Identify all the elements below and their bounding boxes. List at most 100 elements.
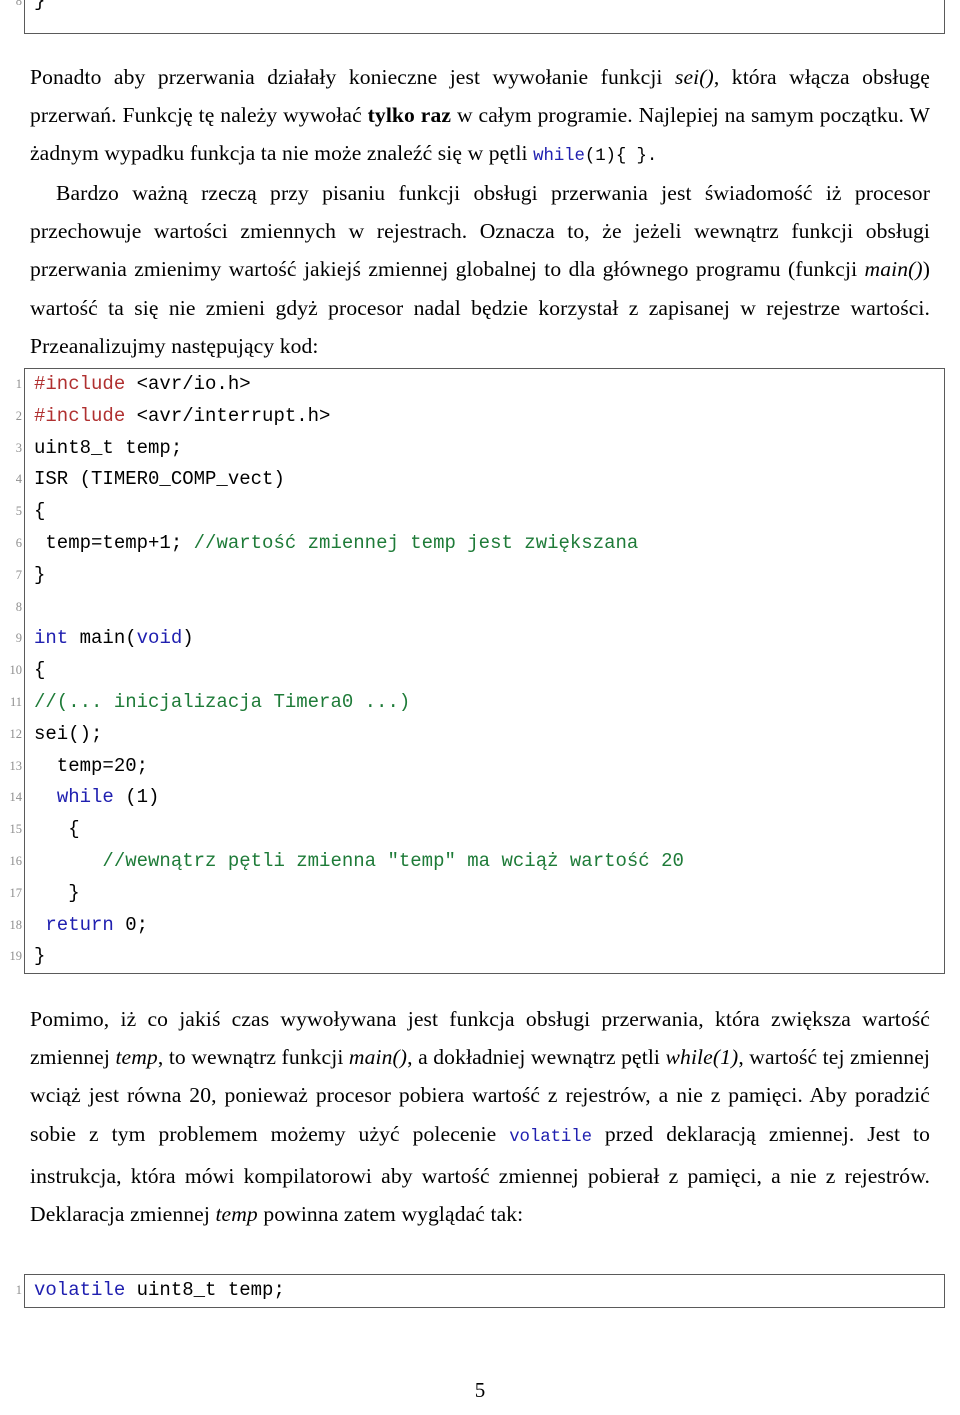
code-line-text: //(... inicjalizacja Timera0 ...) (25, 687, 410, 719)
code-line-number: 19 (9, 949, 23, 964)
text-run: Bardzo ważną rzeczą przy pisaniu funkcji… (30, 181, 930, 282)
code-token: uint8_t temp; (125, 1279, 285, 1301)
inline-code: (1){ }. (584, 147, 658, 167)
code-line: 2 #include <avr/interrupt.h> (16, 401, 944, 433)
code-token: ) (182, 627, 194, 650)
emphasis-italic: main() (864, 257, 923, 282)
code-line: 9 int main(void) (16, 623, 944, 655)
emphasis-italic: main() (348, 1045, 408, 1070)
code-line-text: } (25, 878, 79, 910)
code-line: 1 #include <avr/io.h> (16, 369, 944, 401)
code-line-number: 17 (9, 885, 23, 900)
emphasis-italic: sei() (674, 65, 714, 89)
code-token: } (34, 945, 46, 968)
code-line: 10 { (10, 655, 944, 687)
code-line-text: uint8_t temp; (25, 433, 182, 465)
code-line-text: return 0; (25, 910, 148, 942)
code-line: 19} (10, 941, 944, 973)
code-listing-volatile-declaration: 1 volatile uint8_t temp; (16, 1274, 945, 1308)
code-line: 6 temp=temp+1; //wartość zmiennej temp j… (16, 528, 944, 560)
code-line-text: //wewnątrz pętli zmienna "temp" ma wciąż… (25, 846, 684, 878)
paragraph-registers-explanation: Bardzo ważną rzeczą przy pisaniu funkcji… (30, 174, 930, 365)
text-run: Ponadto aby przerwania działały konieczn… (30, 65, 675, 89)
code-token: <avr/interrupt.h> (125, 404, 331, 427)
code-token: } (34, 0, 46, 12)
emphasis-bold: tylko raz (367, 103, 452, 128)
code-line: 4 ISR (TIMER0_COMP_vect) (16, 464, 944, 496)
code-line-text: } (25, 560, 45, 592)
text-run: , a dokładniej wewnątrz pętli (407, 1045, 666, 1070)
code-line-text: ISR (TIMER0_COMP_vect) (25, 464, 285, 496)
code-line-number: 4 (15, 472, 22, 487)
code-line: 8 (16, 592, 944, 624)
code-token: { (34, 500, 46, 523)
code-line-number: 8 (15, 599, 22, 614)
code-token: temp=temp+1; (34, 531, 194, 554)
code-line-number: 2 (15, 408, 22, 423)
paragraph-text: Pomimo, iż co jakiś czas wywoływana jest… (30, 1000, 930, 1233)
code-line-number: 8 (15, 0, 22, 8)
inline-code-keyword: while (533, 147, 585, 167)
emphasis-italic: temp (215, 1202, 258, 1227)
text-run: powinna zatem wyglądać tak: (257, 1202, 524, 1227)
code-line: 18 return 0; (10, 910, 944, 942)
code-token: //wewnątrz pętli zmienna "temp" ma wciąż… (102, 849, 684, 872)
code-line: 13 temp=20; (10, 751, 944, 783)
code-line-number: 10 (9, 663, 23, 678)
paragraph-text: Ponadto aby przerwania działały konieczn… (30, 58, 930, 177)
code-line-text: sei(); (25, 719, 102, 751)
code-line-text: } (25, 941, 45, 973)
code-line-text: #include <avr/io.h> (25, 369, 251, 401)
code-token: main( (68, 627, 137, 650)
code-line: 16 //wewnątrz pętli zmienna "temp" ma wc… (10, 846, 944, 878)
code-line-text: while (1) (25, 782, 160, 814)
code-token: sei(); (34, 722, 103, 745)
paragraph-text: Bardzo ważną rzeczą przy pisaniu funkcji… (30, 174, 930, 365)
paragraph-intro-sei: Ponadto aby przerwania działały konieczn… (30, 58, 930, 177)
code-line-number: 12 (9, 726, 23, 741)
code-line: 7} (16, 560, 944, 592)
document-page: 8} Ponadto aby przerwania działały konie… (0, 0, 960, 1415)
code-token: //wartość zmiennej temp jest zwiększana (193, 531, 639, 554)
code-listing-main: 1 #include <avr/io.h> 2 #include <avr/inter… (10, 368, 945, 975)
code-line-text: #include <avr/interrupt.h> (25, 401, 330, 433)
code-token: <avr/io.h> (125, 373, 251, 395)
code-token: temp=20; (34, 754, 149, 777)
code-line-number: 1 (15, 1283, 22, 1297)
emphasis-italic: temp (115, 1045, 158, 1070)
text-run: , to wewnątrz funkcji (157, 1045, 349, 1070)
code-line-text: temp=temp+1; //wartość zmiennej temp jes… (25, 528, 638, 560)
code-line-number: 14 (9, 790, 23, 805)
code-line: 12 sei(); (10, 719, 944, 751)
code-token: while (56, 786, 114, 809)
code-line: 5{ (16, 496, 944, 528)
code-line: 3 uint8_t temp; (16, 433, 944, 465)
code-token: { (34, 818, 80, 841)
code-line-text: { (25, 814, 80, 846)
code-line: 14 while (1) (10, 782, 944, 814)
code-line-number: 3 (15, 440, 22, 455)
code-token: uint8_t temp; (34, 436, 183, 459)
paragraph-volatile-explanation: Pomimo, iż co jakiś czas wywoływana jest… (30, 1000, 930, 1233)
code-line-number: 5 (15, 504, 22, 519)
code-line-number: 6 (15, 535, 22, 550)
code-token: ISR (TIMER0_COMP_vect) (34, 468, 285, 491)
code-token: volatile (34, 1279, 126, 1301)
code-token: { (34, 659, 46, 682)
code-line: 11 //(... inicjalizacja Timera0 ...) (10, 687, 944, 719)
code-token: } (34, 563, 46, 586)
code-line: 17 } (10, 878, 944, 910)
code-line-text: int main(void) (25, 623, 194, 655)
code-line-text: } (25, 0, 45, 18)
code-token: 0; (113, 913, 149, 936)
code-line-text: temp=20; (25, 751, 148, 783)
code-line-number: 7 (15, 567, 22, 582)
code-token: #include (34, 373, 126, 395)
code-line: 1 volatile uint8_t temp; (16, 1275, 944, 1307)
code-line-number: 13 (9, 758, 23, 773)
code-token: #include (34, 404, 126, 427)
code-token: return (45, 913, 114, 936)
code-line-text: { (25, 655, 45, 687)
